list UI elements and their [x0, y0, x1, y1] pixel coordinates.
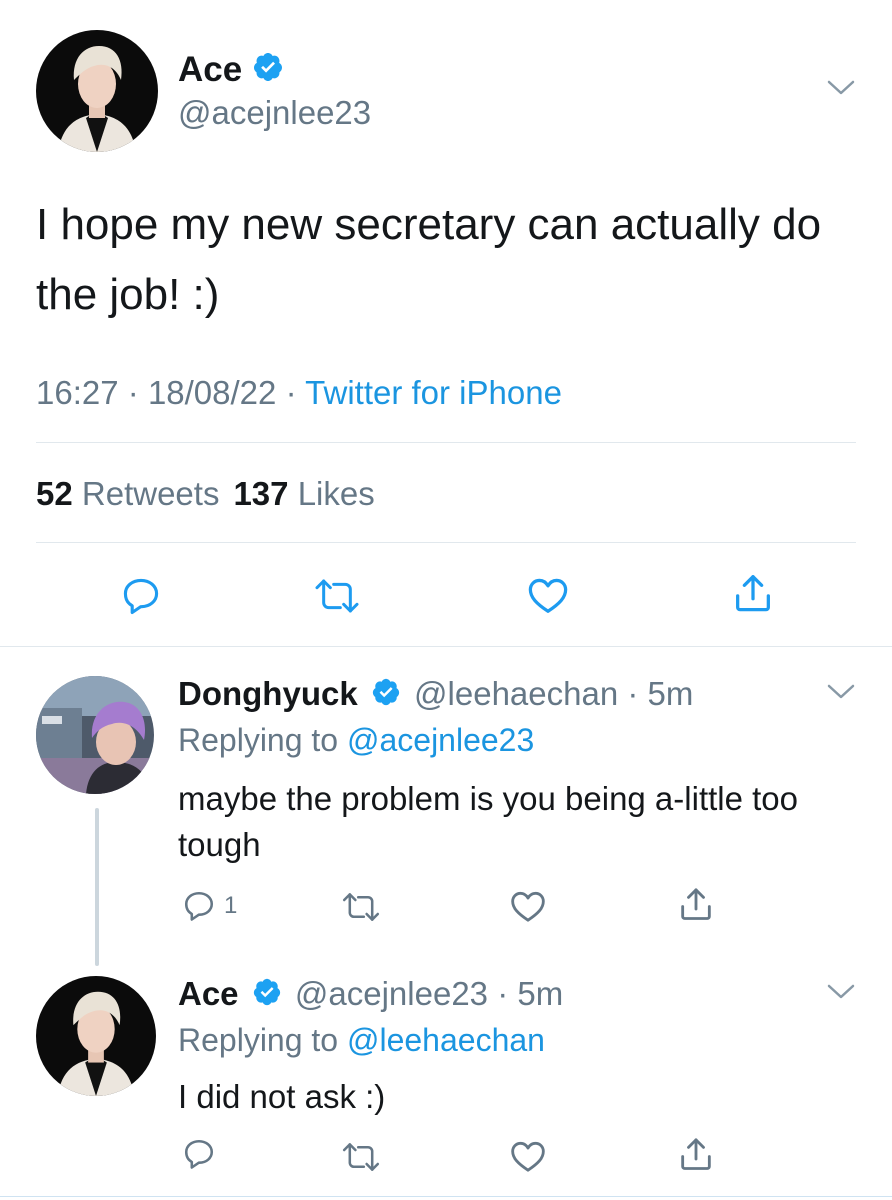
share-icon: [681, 1138, 711, 1170]
reply-button[interactable]: [180, 1136, 218, 1172]
reply-count: 1: [224, 892, 238, 919]
tweet-date: 18/08/22: [147, 374, 277, 411]
replying-to-label: Replying to: [178, 1022, 339, 1058]
replying-to-line: Replying to @acejnlee23: [178, 720, 534, 760]
like-icon: [511, 1141, 545, 1172]
tweet-source-link[interactable]: Twitter for iPhone: [305, 374, 562, 411]
reply-header: Donghyuck @leehaechan · 5m: [178, 674, 693, 716]
retweet-icon: [342, 1143, 380, 1171]
retweet-icon: [342, 893, 380, 921]
retweet-button[interactable]: [340, 1140, 382, 1174]
like-icon: [511, 891, 545, 922]
verified-badge-icon: [252, 51, 284, 92]
reply-author-handle[interactable]: @leehaechan: [414, 675, 618, 712]
replying-to-label: Replying to: [178, 722, 339, 758]
share-button[interactable]: [676, 1134, 716, 1174]
reply-time: 5m: [647, 675, 694, 712]
retweet-button[interactable]: [312, 576, 362, 616]
replying-to-line: Replying to @leehaechan: [178, 1020, 545, 1060]
tweet-meta: 16:27 · 18/08/22 · Twitter for iPhone: [36, 373, 562, 413]
reply-button[interactable]: [118, 574, 164, 618]
replying-to-link[interactable]: @leehaechan: [347, 1022, 545, 1058]
verified-badge-icon: [252, 976, 282, 1016]
chevron-down-icon: [827, 684, 855, 699]
share-icon: [681, 888, 711, 920]
avatar-ace[interactable]: [36, 30, 158, 152]
reply-icon: [184, 891, 214, 921]
section-divider: [0, 646, 892, 647]
retweet-button[interactable]: [340, 890, 382, 924]
verified-badge-icon: [371, 676, 401, 716]
avatar-ace[interactable]: [36, 976, 156, 1096]
chevron-down-icon: [827, 984, 855, 999]
reply-menu-chevron[interactable]: [826, 682, 856, 707]
bottom-divider: [0, 1196, 892, 1197]
share-button[interactable]: [730, 570, 776, 616]
engagement-counts: 52 Retweets 137 Likes: [36, 474, 375, 514]
chevron-down-icon: [827, 80, 855, 95]
meta-separator: ·: [285, 374, 297, 411]
reply-button[interactable]: 1: [180, 888, 237, 924]
divider: [36, 442, 856, 443]
meta-separator: ·: [127, 374, 139, 411]
divider: [36, 542, 856, 543]
reply-header: Ace @acejnlee23 · 5m: [178, 974, 563, 1016]
retweet-icon: [315, 579, 359, 613]
tweet-menu-chevron[interactable]: [826, 78, 856, 103]
share-icon: [736, 575, 770, 612]
reply-author-handle[interactable]: @acejnlee23: [295, 975, 488, 1012]
reply-icon: [123, 578, 159, 615]
reply-text: maybe the problem is you being a-little …: [178, 780, 799, 863]
retweets-stat[interactable]: 52 Retweets: [36, 475, 219, 512]
avatar-donghyuck[interactable]: [36, 676, 154, 794]
reply-author-name[interactable]: Ace: [178, 975, 239, 1012]
thread-line: [95, 808, 99, 966]
likes-stat[interactable]: 137 Likes: [233, 475, 374, 512]
like-button[interactable]: [524, 572, 572, 618]
tweet-time: 16:27: [36, 374, 119, 411]
reply-menu-chevron[interactable]: [826, 982, 856, 1007]
reply-icon: [184, 1139, 214, 1169]
reply-author-name[interactable]: Donghyuck: [178, 675, 358, 712]
meta-separator: ·: [627, 675, 639, 712]
author-name[interactable]: Ace: [178, 50, 284, 92]
author-handle[interactable]: @acejnlee23: [178, 93, 371, 133]
share-button[interactable]: [676, 884, 716, 924]
reply-text: I did not ask :): [178, 1078, 386, 1115]
like-button[interactable]: [508, 886, 548, 926]
reply-time: 5m: [517, 975, 564, 1012]
like-button[interactable]: [508, 1136, 548, 1176]
meta-separator: ·: [497, 975, 509, 1012]
tweet-text: I hope my new secretary can actually do …: [36, 200, 822, 319]
replying-to-link[interactable]: @acejnlee23: [347, 722, 534, 758]
like-icon: [528, 578, 568, 613]
